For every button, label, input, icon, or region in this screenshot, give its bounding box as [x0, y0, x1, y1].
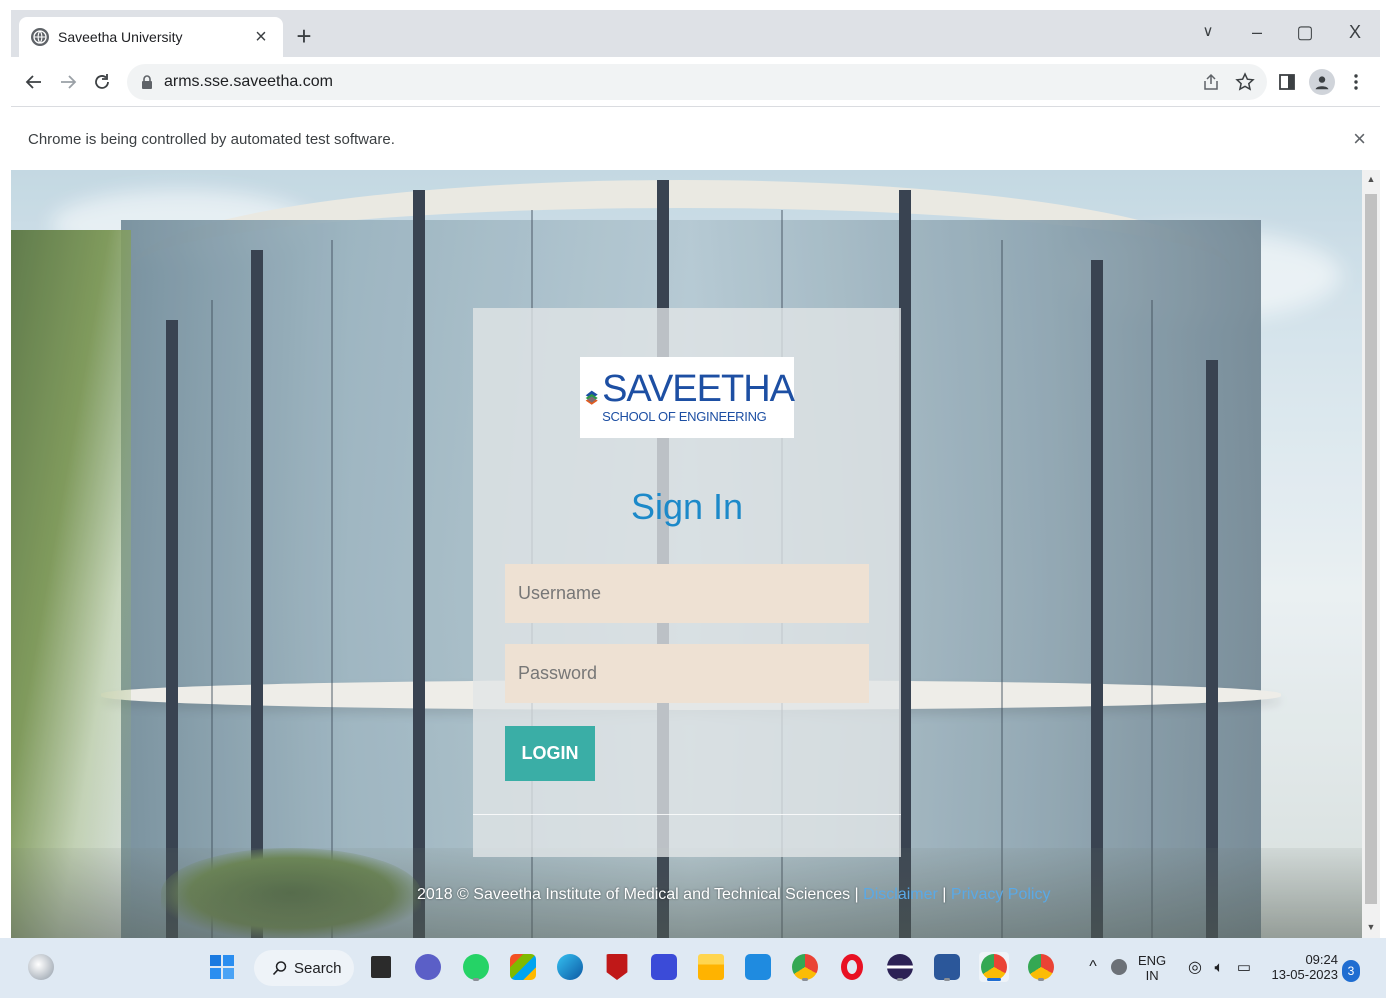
tab-close-icon[interactable]: × [251, 26, 271, 49]
back-arrow-icon [25, 75, 41, 89]
teams-icon[interactable] [413, 952, 443, 982]
bookmark-star-icon[interactable] [1233, 70, 1257, 94]
edge-icon[interactable] [555, 952, 585, 982]
tab-strip: Saveetha University × + ∨ – ▢ X [11, 10, 1380, 57]
logo-subtitle: SCHOOL OF ENGINEERING [602, 409, 767, 424]
saveetha-logo: SAVEETHA SCHOOL OF ENGINEERING [580, 357, 795, 438]
share-icon[interactable] [1199, 70, 1223, 94]
minimize-button[interactable]: – [1242, 22, 1272, 43]
logo-wordmark: SAVEETHA SCHOOL OF ENGINEERING [602, 368, 795, 424]
login-button[interactable]: LOGIN [505, 726, 595, 781]
eclipse-icon[interactable] [885, 952, 915, 982]
region-code: IN [1145, 968, 1159, 983]
page-scrollbar[interactable]: ▲ ▼ [1362, 170, 1380, 938]
sign-in-heading: Sign In [630, 486, 744, 527]
saveetha-logo-mark [585, 390, 598, 405]
folder-icon[interactable] [696, 952, 726, 982]
card-divider [473, 814, 901, 815]
language-indicator[interactable]: ENG IN [1138, 953, 1166, 983]
weather-widget-icon[interactable] [26, 952, 56, 982]
back-button[interactable] [21, 69, 47, 95]
side-panel-icon[interactable] [1275, 70, 1299, 94]
scroll-up-arrow-icon[interactable]: ▲ [1362, 174, 1380, 184]
reload-icon [95, 74, 109, 89]
file-explorer-icon[interactable] [366, 952, 396, 982]
username-input[interactable] [505, 564, 869, 623]
taskbar-search-label: Search [294, 959, 342, 977]
mcafee-icon[interactable] [602, 952, 632, 982]
reload-button[interactable] [89, 69, 115, 95]
network-warning-icon[interactable] [1104, 952, 1134, 982]
start-icon[interactable] [207, 952, 237, 982]
browser-toolbar: arms.sse.saveetha.com [11, 57, 1380, 107]
opera-icon[interactable] [837, 952, 867, 982]
close-window-button[interactable]: X [1340, 22, 1370, 43]
globe-icon [31, 28, 49, 46]
tab-search-dropdown-icon[interactable]: ∨ [1193, 22, 1223, 40]
infobar-close-icon[interactable]: × [1353, 126, 1366, 152]
clock-date: 13-05-2023 [1271, 967, 1339, 982]
battery-icon[interactable]: ▭ [1229, 952, 1259, 982]
taskbar-search[interactable]: Search [254, 950, 354, 986]
automation-infobar: Chrome is being controlled by automated … [11, 108, 1380, 170]
lock-icon [141, 75, 153, 89]
infobar-message: Chrome is being controlled by automated … [28, 131, 395, 148]
chrome-icon[interactable] [1026, 952, 1056, 982]
disclaimer-link[interactable]: Disclaimer [863, 886, 938, 903]
address-bar[interactable]: arms.sse.saveetha.com [127, 64, 1267, 100]
more-menu-icon[interactable] [1344, 70, 1368, 94]
notification-badge[interactable]: 3 [1342, 960, 1360, 982]
windows-taskbar: Search ^ ENG IN ◎ 🔈︎ ▭ 09:24 13-05-2023 … [0, 938, 1386, 998]
footer-copyright: 2018 © Saveetha Institute of Medical and… [417, 886, 859, 903]
url-text: arms.sse.saveetha.com [164, 73, 333, 90]
clock[interactable]: 09:24 13-05-2023 [1266, 952, 1339, 982]
password-input[interactable] [505, 644, 869, 703]
profile-avatar-icon[interactable] [1309, 69, 1335, 95]
prime-video-icon[interactable] [743, 952, 773, 982]
page-footer: 2018 © Saveetha Institute of Medical and… [417, 886, 1050, 904]
chrome-icon[interactable] [790, 952, 820, 982]
browser-tab[interactable]: Saveetha University × [19, 17, 283, 57]
privacy-policy-link[interactable]: Privacy Policy [951, 886, 1051, 903]
scrollbar-thumb[interactable] [1365, 194, 1377, 904]
footer-separator: | [942, 886, 947, 903]
login-card: SAVEETHA SCHOOL OF ENGINEERING Sign In L… [473, 308, 901, 857]
chrome-icon[interactable] [979, 952, 1009, 982]
forward-button[interactable] [55, 69, 81, 95]
page-viewport: SAVEETHA SCHOOL OF ENGINEERING Sign In L… [11, 170, 1362, 938]
search-icon [272, 961, 287, 976]
whatsapp-icon[interactable] [461, 952, 491, 982]
forward-arrow-icon [61, 75, 77, 89]
maximize-button[interactable]: ▢ [1290, 22, 1320, 43]
word-icon[interactable] [932, 952, 962, 982]
clock-time: 09:24 [1305, 952, 1338, 967]
scroll-down-arrow-icon[interactable]: ▼ [1362, 922, 1380, 932]
store-icon[interactable] [508, 952, 538, 982]
new-tab-button[interactable]: + [289, 21, 319, 52]
language-code: ENG [1138, 953, 1167, 968]
tab-title: Saveetha University [58, 29, 183, 45]
visual-studio-icon[interactable] [649, 952, 679, 982]
logo-title: SAVEETHA [602, 368, 795, 410]
